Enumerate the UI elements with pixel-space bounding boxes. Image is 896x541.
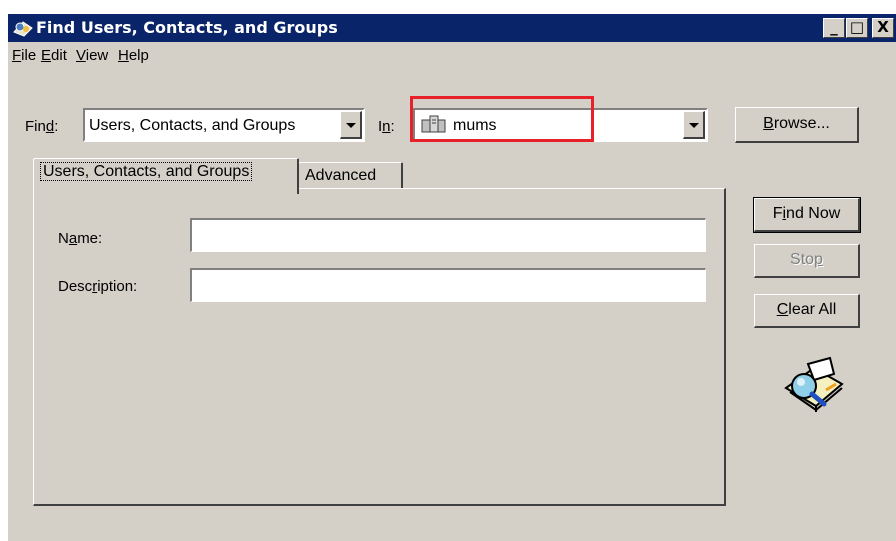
menu-view[interactable]: View [76,47,108,64]
find-label: Find: [25,118,59,135]
find-type-dropdown-button[interactable] [340,111,362,139]
in-location-dropdown-button[interactable] [683,111,705,139]
menu-file[interactable]: File [12,47,36,64]
title-bar[interactable]: Find Users, Contacts, and Groups _ □ X [8,14,896,42]
window-title: Find Users, Contacts, and Groups [36,18,338,37]
close-button[interactable]: X [872,18,894,38]
search-animation-icon [784,356,844,412]
find-dialog: Find Users, Contacts, and Groups _ □ X F… [8,14,896,541]
clear-all-button[interactable]: Clear All [754,294,860,328]
menu-bar: File Edit View Help [8,42,896,68]
in-location-value: mums [453,117,497,134]
find-now-button[interactable]: Find Now [753,197,861,233]
find-users-icon [13,21,33,37]
name-field[interactable] [190,218,706,252]
chevron-down-icon [689,123,699,128]
in-label: In: [378,118,395,135]
maximize-button[interactable]: □ [846,18,868,38]
domain-icon [421,115,446,133]
find-type-value: Users, Contacts, and Groups [89,117,296,134]
browse-button[interactable]: Browse... [735,107,859,143]
menu-edit[interactable]: Edit [41,47,67,64]
menu-help[interactable]: Help [118,47,149,64]
minimize-button[interactable]: _ [823,18,845,38]
stop-button[interactable]: Stop [754,244,860,278]
tab-advanced[interactable]: Advanced [298,162,403,190]
name-label: Name: [58,230,103,247]
in-location-select[interactable]: mums [413,108,708,142]
description-field[interactable] [190,268,706,302]
tab-users-contacts-groups[interactable]: Users, Contacts, and Groups [33,158,299,194]
find-type-select[interactable]: Users, Contacts, and Groups [83,108,365,142]
chevron-down-icon [346,123,356,128]
description-label: Description: [58,278,138,295]
